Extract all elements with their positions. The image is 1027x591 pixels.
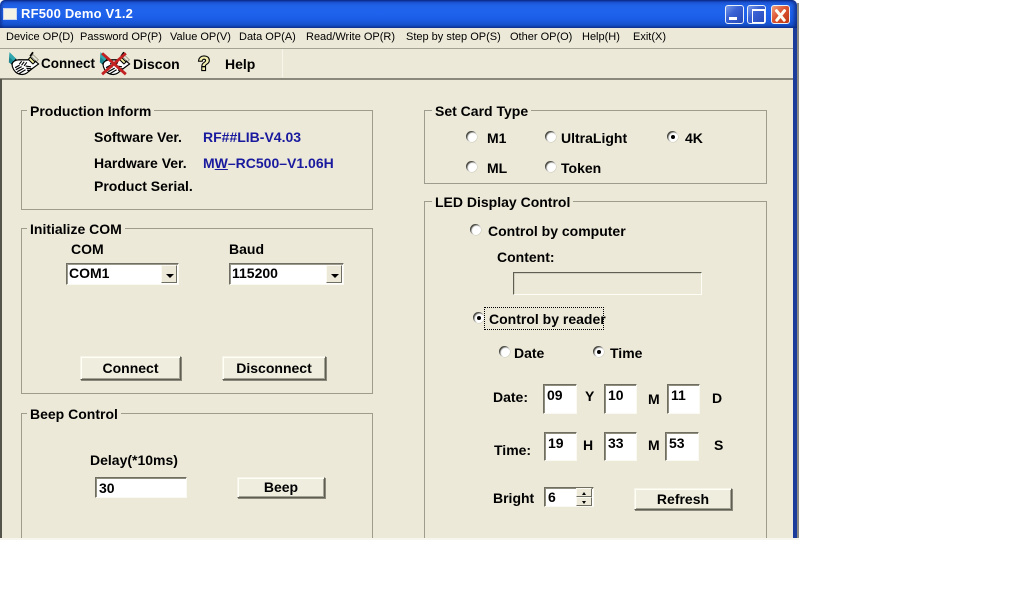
svg-text:?: ? xyxy=(198,54,210,74)
